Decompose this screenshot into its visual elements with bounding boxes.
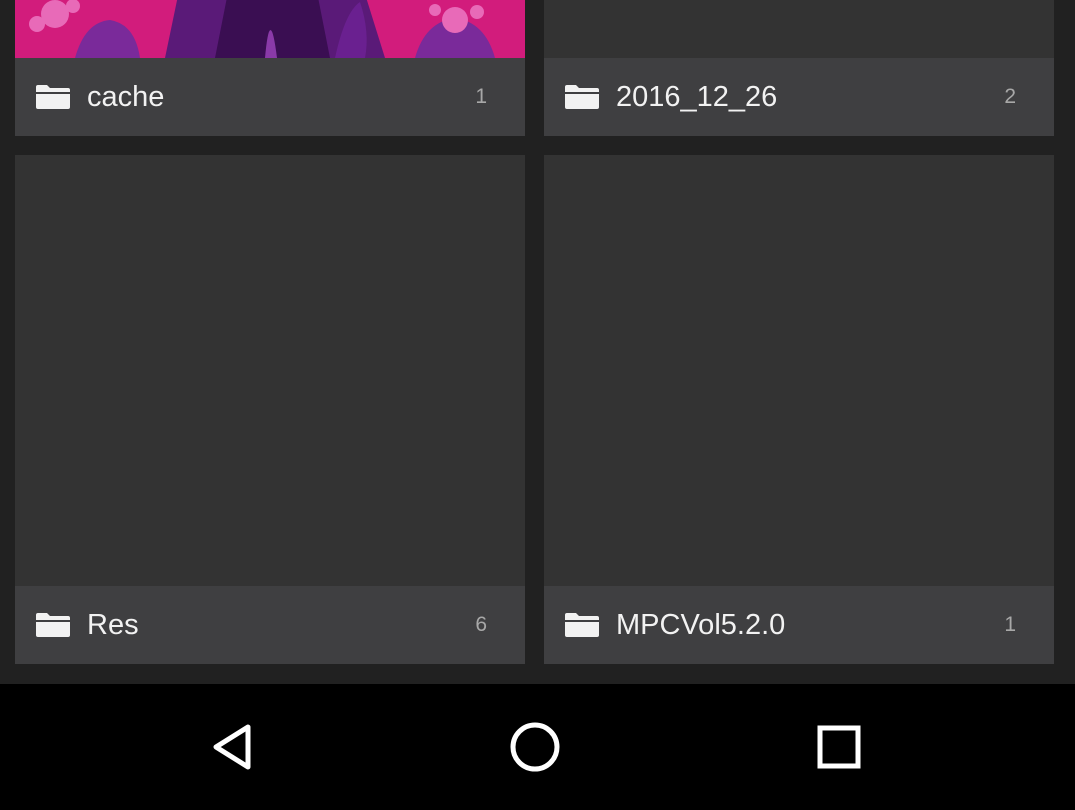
folder-footer: Res 6: [15, 586, 525, 664]
recents-button[interactable]: [784, 692, 894, 802]
home-circle-icon: [510, 722, 560, 772]
folder-footer: 2016_12_26 2: [544, 58, 1054, 136]
folder-item-count: 2: [1004, 85, 1016, 108]
folder-item-count: 1: [475, 85, 487, 108]
back-triangle-icon: [213, 724, 251, 770]
home-button[interactable]: [480, 692, 590, 802]
recents-square-icon: [817, 725, 861, 769]
folder-icon: [36, 613, 70, 637]
folder-icon: [565, 613, 599, 637]
folder-name: cache: [87, 81, 165, 113]
folder-icon: [36, 85, 70, 109]
folder-tile-mpcvol5-2-0[interactable]: MPCVol5.2.0 1: [544, 155, 1054, 664]
folder-item-count: 1: [1004, 613, 1016, 636]
folder-tile-2016-12-26[interactable]: 2016_12_26 2: [544, 0, 1054, 136]
folder-footer: cache 1: [15, 58, 525, 136]
folder-footer: MPCVol5.2.0 1: [544, 586, 1054, 664]
folder-thumbnail: [15, 0, 525, 58]
folder-item-count: 6: [475, 613, 487, 636]
folder-name: 2016_12_26: [616, 81, 778, 113]
folder-icon: [565, 85, 599, 109]
back-button[interactable]: [178, 692, 288, 802]
folder-grid: cache 1 2016_12_26 2 Res 6 MPCVol5.2.0 1: [0, 0, 1075, 684]
folder-name: Res: [87, 609, 139, 641]
folder-tile-cache[interactable]: cache 1: [15, 0, 525, 136]
gallery-screen: cache 1 2016_12_26 2 Res 6 MPCVol5.2.0 1: [0, 0, 1075, 810]
folder-name: MPCVol5.2.0: [616, 609, 786, 641]
folder-tile-res[interactable]: Res 6: [15, 155, 525, 664]
navigation-bar: [0, 684, 1075, 810]
